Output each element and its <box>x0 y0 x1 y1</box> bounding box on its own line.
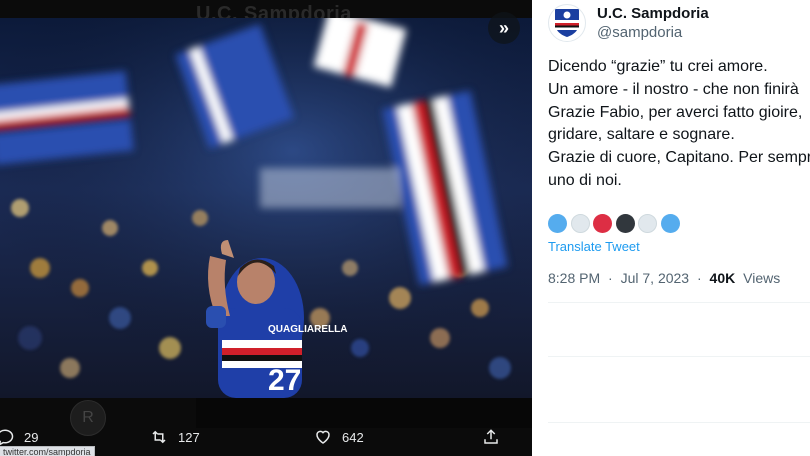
views-label: Views <box>743 270 781 286</box>
tweet-photo[interactable]: QUAGLIARELLA 27 <box>0 18 532 398</box>
retweet-count: 127 <box>178 429 200 445</box>
share-icon <box>484 429 498 444</box>
author-name[interactable]: U.C. Sampdoria <box>597 5 709 23</box>
share-button[interactable] <box>482 428 510 446</box>
blue-heart-icon <box>548 214 567 233</box>
white-heart-icon <box>638 214 657 233</box>
retweet-icon <box>152 430 166 444</box>
tweet-line: Un amore - il nostro - che non finirà <box>548 80 799 98</box>
author-avatar[interactable] <box>548 4 586 42</box>
reply-count: 29 <box>24 429 39 445</box>
jersey-name: QUAGLIARELLA <box>268 324 347 335</box>
status-bar-url: twitter.com/sampdoria <box>0 446 95 456</box>
tweet-date[interactable]: Jul 7, 2023 <box>621 270 690 286</box>
reply-icon <box>0 429 14 446</box>
tweet-time[interactable]: 8:28 PM <box>548 270 600 286</box>
tweet-detail: U.C. Sampdoria @sampdoria Dicendo “grazi… <box>532 0 810 456</box>
divider <box>548 302 810 303</box>
tweet-line: gridare, saltare e sognare. <box>548 126 735 144</box>
meta-separator: · <box>608 270 613 286</box>
tweet-line: Grazie Fabio, per averci fatto gioire, <box>548 103 803 121</box>
tweet-line: Grazie di cuore, Capitano. Per sempre <box>548 149 810 167</box>
jersey-number: 27 <box>268 364 301 397</box>
author-header: U.C. Sampdoria @sampdoria <box>548 4 709 43</box>
white-heart-icon <box>570 214 590 233</box>
sampdoria-crest-icon <box>555 9 579 37</box>
tweet-line: Dicendo “grazie” tu crei amore. <box>548 58 768 75</box>
blue-heart-icon <box>660 214 680 233</box>
photo-illustration: QUAGLIARELLA 27 <box>0 18 532 398</box>
divider <box>548 422 810 423</box>
expand-icon[interactable]: » <box>488 12 520 44</box>
reply-button[interactable]: 29 <box>0 428 38 446</box>
tweet-text: Dicendo “grazie” tu crei amore. Un amore… <box>548 56 810 193</box>
author-handle[interactable]: @sampdoria <box>597 23 709 43</box>
meta-separator: · <box>696 270 702 286</box>
tweet-line: uno di noi. <box>548 171 622 189</box>
like-count: 642 <box>342 429 364 445</box>
like-button[interactable]: 642 <box>314 428 364 446</box>
emoji-row <box>548 214 683 233</box>
black-heart-icon <box>615 214 635 233</box>
retweet-button[interactable]: 127 <box>150 428 200 446</box>
translate-tweet-link[interactable]: Translate Tweet <box>548 239 640 254</box>
heart-icon <box>316 430 330 444</box>
media-viewer: U.C. Sampdoria QUAGLIARELLA 27 » R 29 12… <box>0 0 532 456</box>
views-count: 40K <box>709 270 736 286</box>
divider <box>548 356 810 357</box>
tweet-meta: 8:28 PM · Jul 7, 2023 · 40K Views <box>548 270 780 286</box>
red-heart-icon <box>593 214 612 233</box>
